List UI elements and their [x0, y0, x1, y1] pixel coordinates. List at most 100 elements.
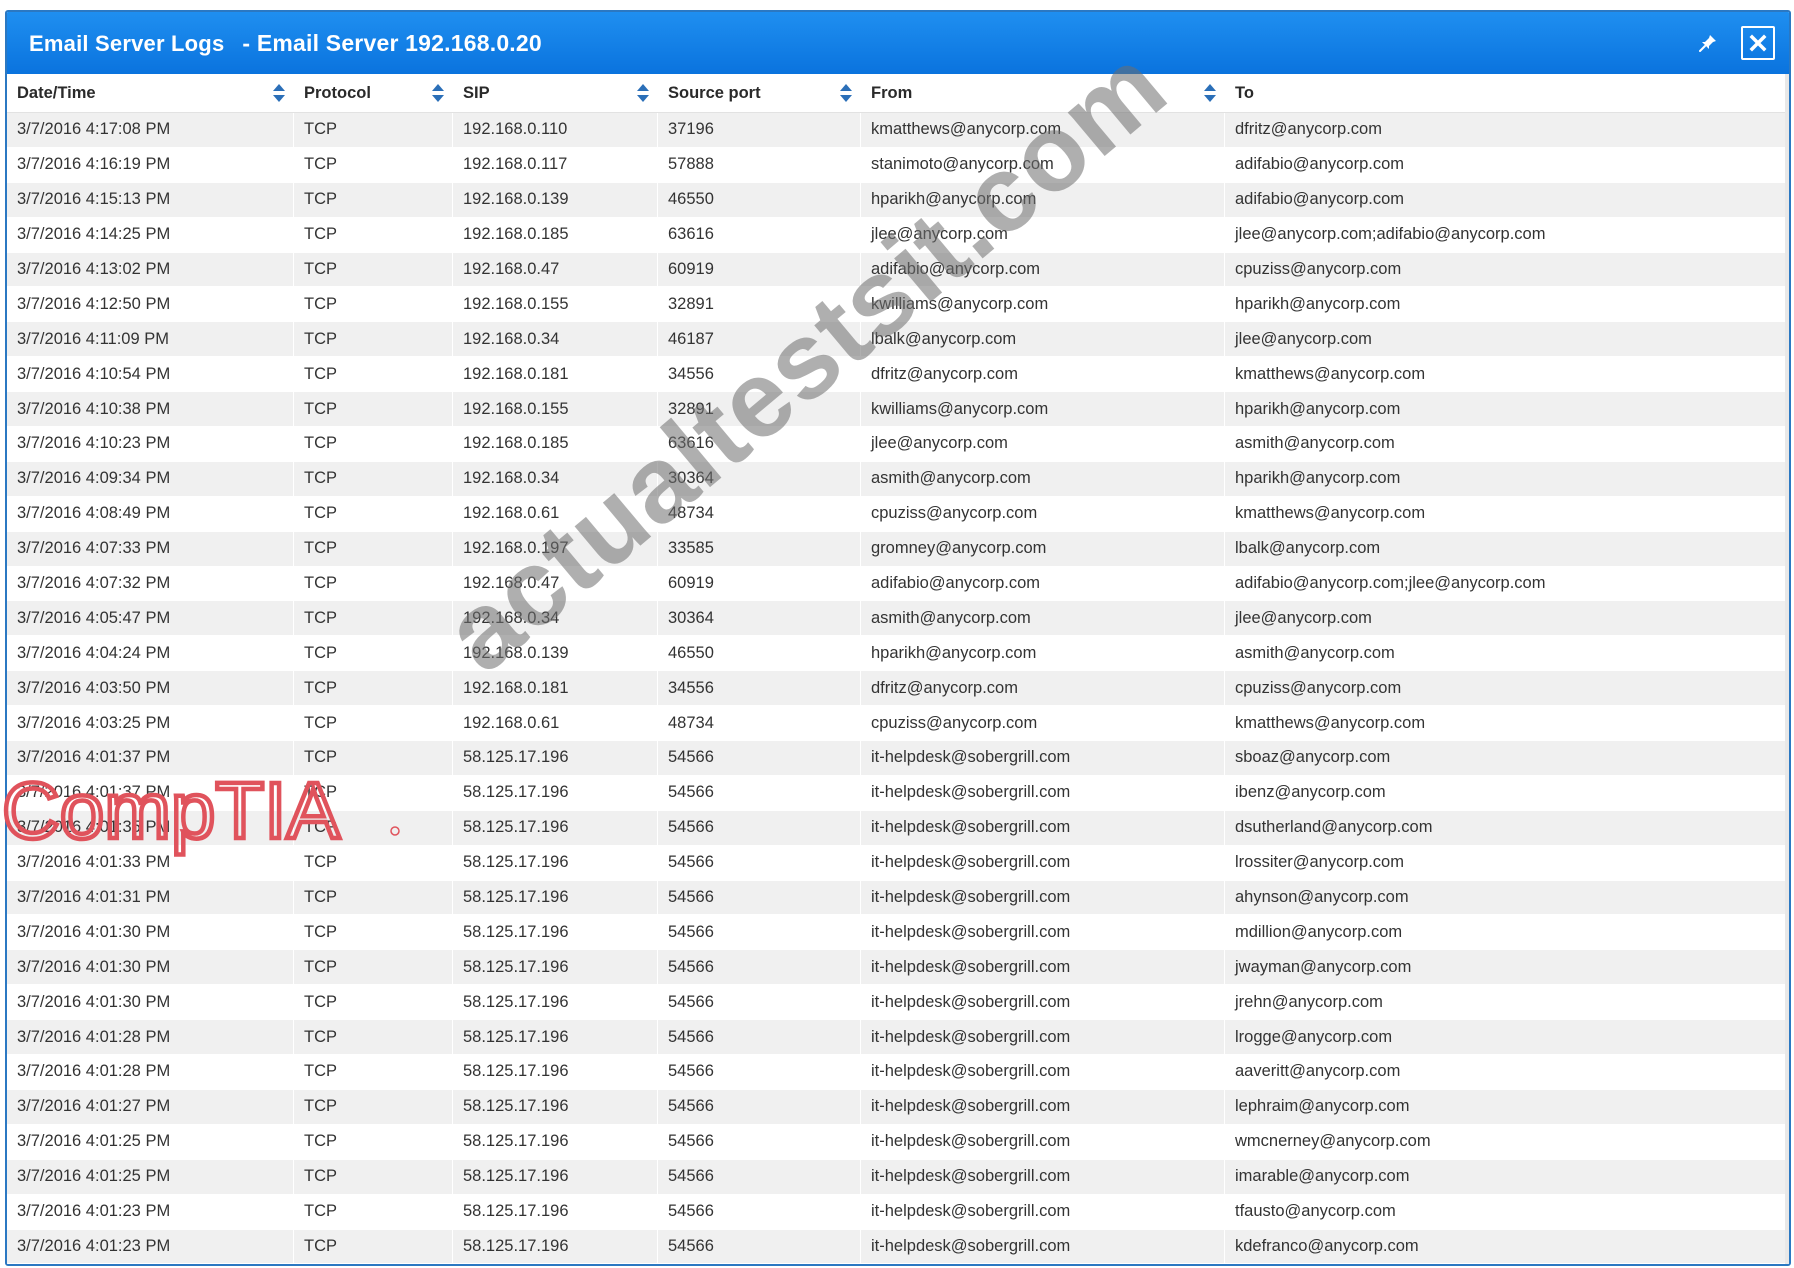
table-row[interactable]: 3/7/2016 4:01:31 PM TCP 58.125.17.196 54566…: [7, 880, 1789, 916]
sort-icon[interactable]: [839, 83, 853, 103]
cell-from: it-helpdesk@sobergrill.com: [861, 845, 1225, 880]
cell-to: kdefranco@anycorp.com: [1225, 1229, 1787, 1264]
close-button[interactable]: [1741, 26, 1775, 60]
table-row[interactable]: 3/7/2016 4:03:50 PM TCP 192.168.0.181 34556…: [7, 671, 1789, 707]
scrollbar[interactable]: [1785, 74, 1789, 1264]
table-row[interactable]: 3/7/2016 4:01:28 PM TCP 58.125.17.196 54566…: [7, 1020, 1789, 1056]
column-header-label: Date/Time: [17, 83, 96, 102]
cell-from: asmith@anycorp.com: [861, 461, 1225, 496]
table-row[interactable]: 3/7/2016 4:01:30 PM TCP 58.125.17.196 54566…: [7, 915, 1789, 951]
table-row[interactable]: 3/7/2016 4:11:09 PM TCP 192.168.0.34 46187 l…: [7, 322, 1789, 358]
column-header-sip[interactable]: SIP: [453, 74, 658, 112]
pin-button[interactable]: [1693, 28, 1723, 58]
table-row[interactable]: 3/7/2016 4:08:49 PM TCP 192.168.0.61 48734 c…: [7, 496, 1789, 532]
table-row[interactable]: 3/7/2016 4:15:13 PM TCP 192.168.0.139 46550…: [7, 182, 1789, 218]
cell-sip: 58.125.17.196: [453, 810, 658, 845]
cell-protocol: TCP: [294, 1159, 453, 1194]
cell-sip: 192.168.0.181: [453, 357, 658, 392]
cell-sip: 192.168.0.117: [453, 147, 658, 182]
cell-to: hparikh@anycorp.com: [1225, 461, 1787, 496]
cell-protocol: TCP: [294, 636, 453, 671]
cell-date-time: 3/7/2016 4:01:30 PM: [7, 915, 294, 950]
close-icon: [1749, 34, 1767, 52]
table-row[interactable]: 3/7/2016 4:07:33 PM TCP 192.168.0.197 33585…: [7, 531, 1789, 567]
sort-icon[interactable]: [1203, 83, 1217, 103]
table-row[interactable]: 3/7/2016 4:01:25 PM TCP 58.125.17.196 54566…: [7, 1159, 1789, 1195]
cell-from: it-helpdesk@sobergrill.com: [861, 775, 1225, 810]
table-row[interactable]: 3/7/2016 4:13:02 PM TCP 192.168.0.47 60919 a…: [7, 252, 1789, 288]
table-row[interactable]: 3/7/2016 4:01:23 PM TCP 58.125.17.196 54566…: [7, 1229, 1789, 1264]
column-header-protocol[interactable]: Protocol: [294, 74, 453, 112]
cell-sip: 192.168.0.34: [453, 601, 658, 636]
sort-icon[interactable]: [636, 83, 650, 103]
table-row[interactable]: 3/7/2016 4:01:37 PM TCP 58.125.17.196 54566…: [7, 775, 1789, 811]
table-row[interactable]: 3/7/2016 4:10:38 PM TCP 192.168.0.155 32891…: [7, 392, 1789, 428]
table-row[interactable]: 3/7/2016 4:07:32 PM TCP 192.168.0.47 60919 a…: [7, 566, 1789, 602]
cell-from: it-helpdesk@sobergrill.com: [861, 1159, 1225, 1194]
cell-sip: 58.125.17.196: [453, 1055, 658, 1089]
table-row[interactable]: 3/7/2016 4:01:25 PM TCP 58.125.17.196 54566…: [7, 1124, 1789, 1160]
cell-source-port: 34556: [658, 671, 861, 706]
table-row[interactable]: 3/7/2016 4:05:47 PM TCP 192.168.0.34 30364 a…: [7, 601, 1789, 637]
pin-icon: [1699, 35, 1716, 52]
table-row[interactable]: 3/7/2016 4:01:23 PM TCP 58.125.17.196 54566…: [7, 1194, 1789, 1230]
cell-sip: 192.168.0.47: [453, 252, 658, 287]
table-row[interactable]: 3/7/2016 4:01:37 PM TCP 58.125.17.196 54566…: [7, 741, 1789, 776]
column-header-source-port[interactable]: Source port: [658, 74, 861, 112]
cell-to: imarable@anycorp.com: [1225, 1159, 1787, 1194]
cell-date-time: 3/7/2016 4:01:33 PM: [7, 845, 294, 880]
table-row[interactable]: 3/7/2016 4:01:30 PM TCP 58.125.17.196 54566…: [7, 950, 1789, 986]
table-row[interactable]: 3/7/2016 4:10:23 PM TCP 192.168.0.185 63616…: [7, 427, 1789, 462]
cell-protocol: TCP: [294, 147, 453, 182]
table-row[interactable]: 3/7/2016 4:16:19 PM TCP 192.168.0.117 57888…: [7, 147, 1789, 183]
table-row[interactable]: 3/7/2016 4:04:24 PM TCP 192.168.0.139 46550…: [7, 636, 1789, 672]
cell-sip: 58.125.17.196: [453, 915, 658, 950]
table-row[interactable]: 3/7/2016 4:17:08 PM TCP 192.168.0.110 37196…: [7, 113, 1789, 148]
cell-to: ahynson@anycorp.com: [1225, 880, 1787, 915]
cell-to: hparikh@anycorp.com: [1225, 287, 1787, 322]
cell-from: hparikh@anycorp.com: [861, 636, 1225, 671]
cell-from: adifabio@anycorp.com: [861, 252, 1225, 287]
cell-date-time: 3/7/2016 4:07:33 PM: [7, 531, 294, 566]
cell-protocol: TCP: [294, 1194, 453, 1229]
table-row[interactable]: 3/7/2016 4:09:34 PM TCP 192.168.0.34 30364 a…: [7, 461, 1789, 497]
column-header-to[interactable]: To: [1225, 74, 1787, 112]
cell-sip: 58.125.17.196: [453, 1020, 658, 1055]
table-row[interactable]: 3/7/2016 4:01:33 PM TCP 58.125.17.196 54566…: [7, 845, 1789, 881]
table-row[interactable]: 3/7/2016 4:01:21 PMTCP58.125.17.19654566…: [7, 1264, 1789, 1266]
email-server-logs-window: Email Server Logs - Email Server 192.168.…: [5, 10, 1791, 1266]
cell-date-time: 3/7/2016 4:15:13 PM: [7, 182, 294, 217]
cell-from: kwilliams@anycorp.com: [861, 287, 1225, 322]
cell-source-port: 30364: [658, 461, 861, 496]
cell-protocol: TCP: [294, 1264, 453, 1266]
table-row[interactable]: 3/7/2016 4:12:50 PM TCP 192.168.0.155 32891…: [7, 287, 1789, 323]
cell-source-port: 46550: [658, 636, 861, 671]
cell-date-time: 3/7/2016 4:10:38 PM: [7, 392, 294, 427]
cell-source-port: 54566: [658, 880, 861, 915]
sort-icon[interactable]: [272, 83, 286, 103]
window-title: Email Server Logs - Email Server 192.168.…: [29, 30, 542, 57]
cell-date-time: 3/7/2016 4:03:25 PM: [7, 706, 294, 741]
table-row[interactable]: 3/7/2016 4:01:27 PM TCP 58.125.17.196 54566…: [7, 1089, 1789, 1125]
cell-to: mdillion@anycorp.com: [1225, 915, 1787, 950]
cell-from: hparikh@anycorp.com: [861, 182, 1225, 217]
cell-from: adifabio@anycorp.com: [861, 566, 1225, 601]
cell-to: dfritz@anycorp.com: [1225, 113, 1787, 147]
cell-sip: 58.125.17.196: [453, 1089, 658, 1124]
table-row[interactable]: 3/7/2016 4:03:25 PM TCP 192.168.0.61 48734 c…: [7, 706, 1789, 742]
sort-icon[interactable]: [431, 83, 445, 103]
table-row[interactable]: 3/7/2016 4:14:25 PM TCP 192.168.0.185 63616…: [7, 217, 1789, 253]
cell-to: asmith@anycorp.com: [1225, 427, 1787, 461]
table-row[interactable]: 3/7/2016 4:01:30 PM TCP 58.125.17.196 54566…: [7, 985, 1789, 1021]
column-header-date-time[interactable]: Date/Time: [7, 74, 294, 112]
table-row[interactable]: 3/7/2016 4:01:28 PM TCP 58.125.17.196 54566…: [7, 1055, 1789, 1090]
cell-source-port: 63616: [658, 427, 861, 461]
cell-to: hparikh@anycorp.com: [1225, 392, 1787, 427]
window-title-label: Email Server Logs: [29, 30, 225, 56]
column-header-from[interactable]: From: [861, 74, 1225, 112]
cell-from: stanimoto@anycorp.com: [861, 147, 1225, 182]
table-row[interactable]: 3/7/2016 4:10:54 PM TCP 192.168.0.181 34556…: [7, 357, 1789, 393]
table-row[interactable]: 3/7/2016 4:01:35 PM TCP 58.125.17.196 54566…: [7, 810, 1789, 846]
cell-source-port: 54566: [658, 1194, 861, 1229]
cell-from: cpuziss@anycorp.com: [861, 706, 1225, 741]
